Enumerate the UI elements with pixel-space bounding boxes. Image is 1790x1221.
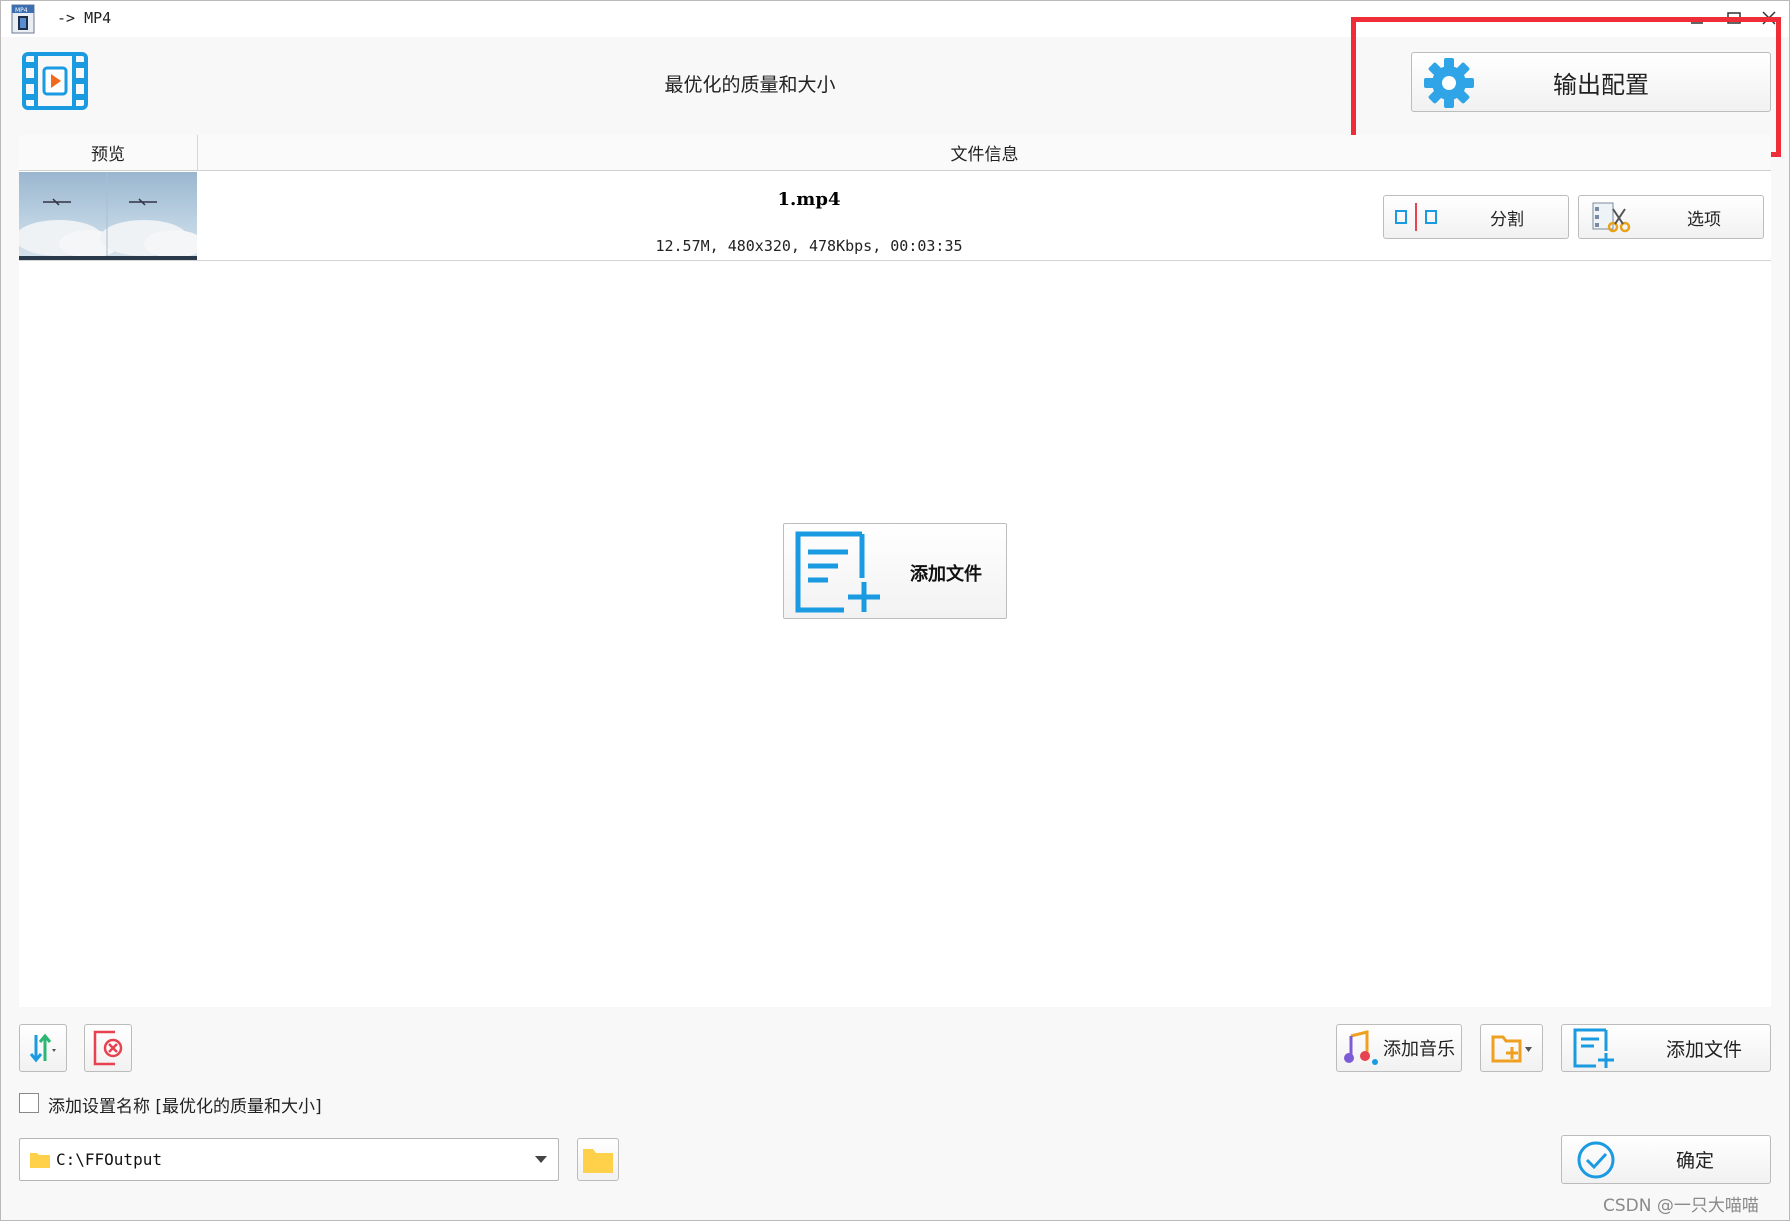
- add-file-icon: [795, 531, 880, 613]
- close-button[interactable]: [1752, 2, 1786, 34]
- add-folder-icon: [1491, 1035, 1532, 1063]
- chevron-down-icon: [535, 1156, 547, 1163]
- add-file-icon: [1573, 1028, 1614, 1068]
- add-file-button[interactable]: 添加文件: [1561, 1024, 1771, 1072]
- add-music-label: 添加音乐: [1383, 1039, 1455, 1060]
- output-path-select[interactable]: C:\FFOutput: [19, 1138, 559, 1181]
- remove-button[interactable]: [84, 1024, 132, 1072]
- video-logo-icon: [22, 52, 88, 110]
- add-file-label: 添加文件: [1666, 1038, 1743, 1061]
- music-note-icon: [1344, 1030, 1378, 1065]
- mp4-file-icon: MP4: [11, 4, 35, 34]
- column-header-file-info[interactable]: 文件信息: [198, 135, 1771, 171]
- scissors-film-icon: [1592, 202, 1631, 233]
- minimize-icon: [1691, 22, 1703, 24]
- sort-icon: [29, 1033, 56, 1063]
- maximize-icon: [1727, 12, 1741, 24]
- browse-folder-button[interactable]: [577, 1138, 619, 1181]
- add-setting-name-checkbox[interactable]: [19, 1093, 39, 1113]
- minimize-button[interactable]: [1680, 2, 1714, 34]
- file-name: 1.mp4: [777, 189, 841, 210]
- output-config-label: 输出配置: [1553, 70, 1649, 99]
- output-path-value: C:\FFOutput: [56, 1150, 162, 1169]
- preset-title: 最优化的质量和大小: [664, 74, 836, 96]
- file-list: 预览 文件信息 1.mp4 12.57M, 480x320, 478Kbps, …: [19, 135, 1771, 1007]
- split-label: 分割: [1490, 209, 1524, 230]
- sort-button[interactable]: [19, 1024, 67, 1072]
- svg-text:MP4: MP4: [15, 7, 28, 14]
- options-label: 选项: [1687, 209, 1721, 230]
- check-circle-icon: [1577, 1141, 1615, 1178]
- add-folder-button[interactable]: [1480, 1024, 1543, 1072]
- ok-label: 确定: [1676, 1150, 1715, 1172]
- remove-file-icon: [93, 1030, 123, 1066]
- split-icon: [1395, 203, 1437, 231]
- add-file-center-label: 添加文件: [910, 564, 982, 585]
- title-bar: [1, 1, 1789, 37]
- close-icon: [1762, 11, 1776, 25]
- split-button[interactable]: 分割: [1383, 195, 1569, 239]
- output-config-button[interactable]: 输出配置: [1411, 52, 1771, 112]
- options-button[interactable]: 选项: [1578, 195, 1764, 239]
- ok-button[interactable]: 确定: [1561, 1135, 1771, 1184]
- maximize-button[interactable]: [1717, 2, 1751, 34]
- video-thumbnail: [19, 172, 197, 260]
- folder-icon: [583, 1148, 613, 1173]
- add-music-button[interactable]: 添加音乐: [1336, 1024, 1462, 1072]
- column-header-preview[interactable]: 预览: [19, 135, 197, 171]
- folder-icon: [30, 1153, 50, 1168]
- file-info: 12.57M, 480x320, 478Kbps, 00:03:35: [655, 237, 963, 255]
- window-title: -> MP4: [57, 9, 112, 27]
- watermark-text: CSDN @一只大喵喵: [1603, 1196, 1759, 1216]
- add-setting-name-label[interactable]: 添加设置名称 [最优化的质量和大小]: [48, 1092, 322, 1117]
- add-file-center-button[interactable]: 添加文件: [783, 523, 1007, 619]
